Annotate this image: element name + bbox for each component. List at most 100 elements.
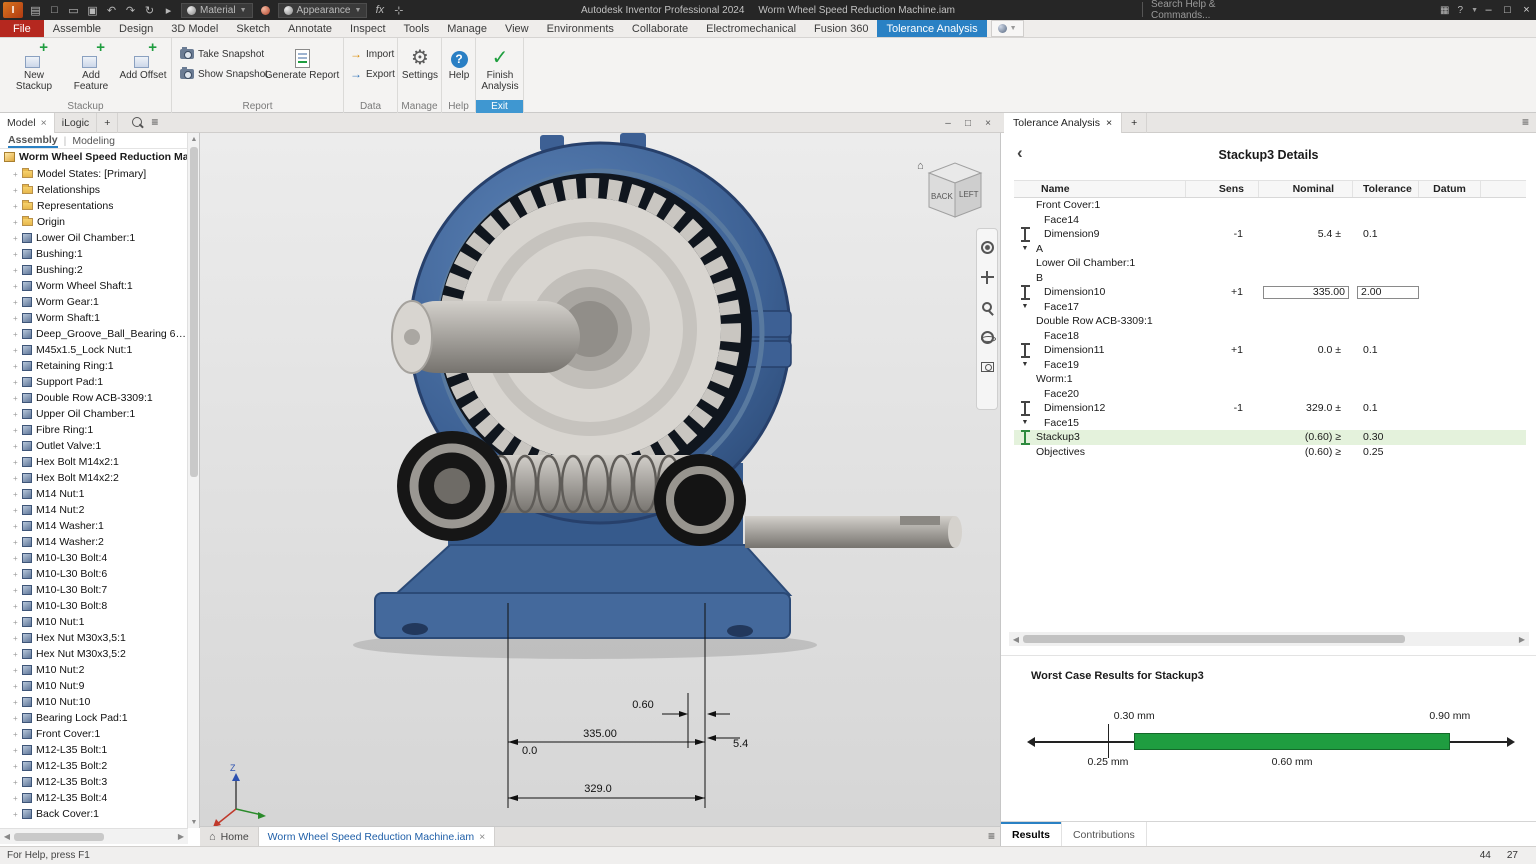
expander-icon[interactable]: +: [13, 202, 22, 211]
tree-item[interactable]: +M10 Nut:10: [0, 694, 188, 710]
doc-minimize-button[interactable]: –: [938, 113, 958, 133]
expander-icon[interactable]: +: [13, 602, 22, 611]
tree-item[interactable]: +M14 Nut:2: [0, 502, 188, 518]
help-button[interactable]: ? Help: [444, 42, 474, 81]
expander-icon[interactable]: +: [13, 490, 22, 499]
add-feature-button[interactable]: + Add Feature: [64, 42, 118, 92]
scroll-up-icon[interactable]: ▲: [188, 133, 200, 145]
inventor-logo-icon[interactable]: I: [3, 2, 23, 18]
select-icon[interactable]: ▸: [159, 2, 178, 18]
close-icon[interactable]: ×: [479, 831, 485, 843]
tree-item[interactable]: +Hex Bolt M14x2:2: [0, 470, 188, 486]
browser-menu-icon[interactable]: ≡: [146, 113, 163, 133]
close-icon[interactable]: ×: [41, 117, 47, 129]
tab-contributions[interactable]: Contributions: [1062, 822, 1147, 847]
tab-ilogic[interactable]: iLogic: [55, 113, 97, 133]
look-at-icon[interactable]: [977, 357, 997, 377]
tree-item[interactable]: +Hex Nut M30x3,5:2: [0, 646, 188, 662]
tree-item[interactable]: +Back Cover:1: [0, 806, 188, 822]
new-file-icon[interactable]: □: [45, 2, 64, 18]
tree-item[interactable]: +Origin: [0, 214, 188, 230]
expander-icon[interactable]: +: [13, 586, 22, 595]
stackup-row-a[interactable]: ▼A: [1014, 242, 1526, 257]
tree-root[interactable]: Worm Wheel Speed Reduction Machine: [0, 149, 188, 165]
add-browser-tab-button[interactable]: +: [97, 113, 118, 133]
tree-item[interactable]: +Bearing Lock Pad:1: [0, 710, 188, 726]
tree-item[interactable]: +Model States: [Primary]: [0, 166, 188, 182]
expander-icon[interactable]: +: [13, 794, 22, 803]
expander-icon[interactable]: +: [13, 634, 22, 643]
ribbon-tab-3d-model[interactable]: 3D Model: [162, 20, 227, 37]
expander-icon[interactable]: +: [13, 410, 22, 419]
ribbon-tab-environments[interactable]: Environments: [538, 20, 623, 37]
expander-icon[interactable]: +: [13, 714, 22, 723]
tree-item[interactable]: +Support Pad:1: [0, 374, 188, 390]
tree-item[interactable]: +Hex Bolt M14x2:1: [0, 454, 188, 470]
help-menu-icon[interactable]: ?: [1458, 5, 1464, 16]
ribbon-tab-sketch[interactable]: Sketch: [227, 20, 279, 37]
take-snapshot-button[interactable]: Take Snapshot: [180, 46, 264, 62]
app-menu-icon[interactable]: ▤: [26, 2, 45, 18]
stackup-row-b[interactable]: B: [1014, 271, 1526, 286]
tree-item[interactable]: +Hex Nut M30x3,5:1: [0, 630, 188, 646]
new-stackup-button[interactable]: + New Stackup: [6, 42, 62, 92]
expander-icon[interactable]: +: [13, 186, 22, 195]
tree-item[interactable]: +M10-L30 Bolt:6: [0, 566, 188, 582]
expander-icon[interactable]: +: [13, 362, 22, 371]
export-button[interactable]: → Export: [350, 66, 395, 82]
orbit-icon[interactable]: [977, 327, 997, 347]
zoom-icon[interactable]: [977, 297, 997, 317]
expander-icon[interactable]: +: [13, 426, 22, 435]
tree-item[interactable]: +M10 Nut:1: [0, 614, 188, 630]
stackup-row-face18[interactable]: Face18: [1014, 329, 1526, 344]
tree-item[interactable]: +Representations: [0, 198, 188, 214]
stackup-row-objectives[interactable]: Objectives(0.60) ≥0.25: [1014, 445, 1526, 460]
panel-horizontal-scrollbar[interactable]: ◀ ▶: [1009, 632, 1529, 646]
ribbon-tab-design[interactable]: Design: [110, 20, 162, 37]
redo-icon[interactable]: ↷: [121, 2, 140, 18]
expander-icon[interactable]: +: [13, 170, 22, 179]
ribbon-tab-file[interactable]: File: [0, 20, 44, 37]
tab-model[interactable]: Model ×: [0, 113, 55, 133]
tree-item[interactable]: +M14 Nut:1: [0, 486, 188, 502]
chevron-down-icon[interactable]: ▼: [1471, 7, 1478, 14]
scroll-left-icon[interactable]: ◀: [0, 832, 14, 841]
tree-item[interactable]: +M14 Washer:1: [0, 518, 188, 534]
doc-restore-button[interactable]: □: [958, 113, 978, 133]
tree-item[interactable]: +M12-L35 Bolt:4: [0, 790, 188, 806]
expander-icon[interactable]: +: [13, 746, 22, 755]
ribbon-tab-manage[interactable]: Manage: [438, 20, 496, 37]
expander-icon[interactable]: +: [13, 282, 22, 291]
stackup-row-front-cover-1[interactable]: Front Cover:1: [1014, 198, 1526, 213]
tree-item[interactable]: +Worm Wheel Shaft:1: [0, 278, 188, 294]
tree-item[interactable]: +M12-L35 Bolt:2: [0, 758, 188, 774]
tree-item[interactable]: +Lower Oil Chamber:1: [0, 230, 188, 246]
tree-item[interactable]: +M10 Nut:9: [0, 678, 188, 694]
nominal-input[interactable]: 335.00: [1263, 286, 1349, 299]
color-sphere-icon[interactable]: [256, 2, 275, 18]
parameters-fx-icon[interactable]: fx: [370, 2, 389, 18]
stackup-row-lower-oil-chamber-1[interactable]: Lower Oil Chamber:1: [1014, 256, 1526, 271]
expander-icon[interactable]: +: [13, 650, 22, 659]
tree-item[interactable]: +Upper Oil Chamber:1: [0, 406, 188, 422]
settings-button[interactable]: ⚙ Settings: [400, 42, 440, 81]
ribbon-tab-collaborate[interactable]: Collaborate: [623, 20, 697, 37]
expander-icon[interactable]: +: [13, 250, 22, 259]
expander-icon[interactable]: +: [13, 298, 22, 307]
save-icon[interactable]: ▣: [83, 2, 102, 18]
doc-close-button[interactable]: ×: [978, 113, 998, 133]
tree-item[interactable]: +M12-L35 Bolt:1: [0, 742, 188, 758]
stackup-row-dimension10[interactable]: Dimension10+1335.002.00: [1014, 285, 1526, 300]
ribbon-tab-view[interactable]: View: [496, 20, 538, 37]
search-icon[interactable]: [132, 117, 144, 129]
expander-icon[interactable]: +: [13, 730, 22, 739]
expander-icon[interactable]: +: [13, 474, 22, 483]
stackup-row-face15[interactable]: ▼Face15: [1014, 416, 1526, 431]
doc-tabs-menu-icon[interactable]: ≡: [983, 827, 1000, 846]
expander-icon[interactable]: +: [13, 458, 22, 467]
expander-icon[interactable]: +: [13, 570, 22, 579]
open-file-icon[interactable]: ▭: [64, 2, 83, 18]
tree-item[interactable]: +Bushing:1: [0, 246, 188, 262]
tree-item[interactable]: +M10 Nut:2: [0, 662, 188, 678]
expander-icon[interactable]: +: [13, 810, 22, 819]
